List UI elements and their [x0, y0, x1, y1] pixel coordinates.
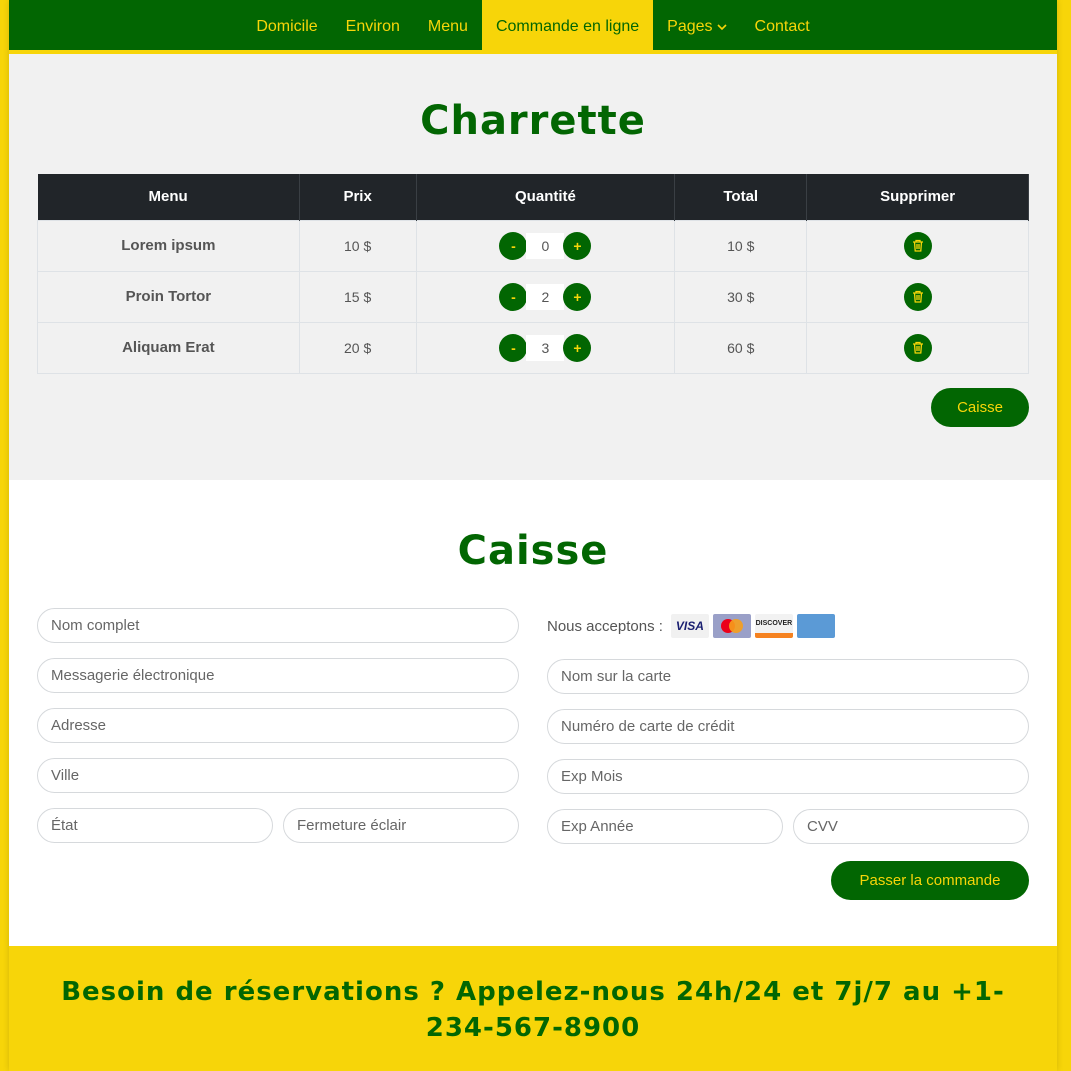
- delete-button[interactable]: [903, 231, 932, 260]
- address-field[interactable]: Adresse: [37, 708, 519, 743]
- checkout-section: Caisse Nom complet Messagerie électroniq…: [9, 480, 1057, 946]
- header-quantity: Quantité: [416, 174, 676, 220]
- quantity-cell: - 0 +: [415, 219, 676, 272]
- table-row: Lorem ipsum 10 $ - 0 + 10 $: [37, 219, 1029, 272]
- trash-icon: [912, 239, 923, 252]
- cart-table: Menu Prix Quantité Total Supprimer Lorem…: [37, 174, 1029, 374]
- cvv-field[interactable]: CVV: [793, 809, 1029, 844]
- header-price: Prix: [299, 174, 417, 220]
- exp-cvv-row: Exp Année CVV: [547, 809, 1029, 859]
- delete-cell: [806, 270, 1029, 323]
- nav-item-contact[interactable]: Contact: [741, 0, 824, 54]
- state-field[interactable]: État: [37, 808, 273, 843]
- page-frame: Domicile Environ Menu Commande en ligne …: [9, 0, 1057, 1071]
- checkout-button[interactable]: Caisse: [931, 387, 1029, 427]
- nav-item-domicile[interactable]: Domicile: [242, 0, 331, 54]
- trash-icon: [912, 341, 923, 354]
- decrease-button[interactable]: -: [499, 333, 528, 362]
- email-field[interactable]: Messagerie électronique: [37, 658, 519, 693]
- full-name-field[interactable]: Nom complet: [37, 608, 519, 643]
- cart-actions: Caisse: [37, 387, 1029, 427]
- quantity-stepper: - 2 +: [499, 282, 592, 311]
- nav-item-commande[interactable]: Commande en ligne: [481, 0, 654, 54]
- nav-item-menu[interactable]: Menu: [414, 0, 482, 54]
- nav-item-label: Pages: [667, 18, 713, 35]
- item-name: Proin Tortor: [37, 270, 300, 323]
- item-price: 20 $: [298, 321, 417, 374]
- item-price: 10 $: [298, 219, 417, 272]
- mastercard-icon: [712, 614, 751, 638]
- nav-item-label: Menu: [427, 18, 468, 35]
- exp-month-field[interactable]: Exp Mois: [547, 759, 1029, 794]
- discover-card-icon: DISCOVER: [754, 614, 793, 638]
- nav-item-environ[interactable]: Environ: [332, 0, 414, 54]
- state-zip-row: État Fermeture éclair: [37, 808, 519, 858]
- delete-cell: [806, 321, 1029, 374]
- header-total: Total: [674, 174, 808, 220]
- nav-item-label: Commande en ligne: [495, 18, 640, 35]
- decrease-button[interactable]: -: [499, 282, 528, 311]
- checkout-form: Nom complet Messagerie électronique Adre…: [37, 608, 1029, 900]
- item-total: 30 $: [674, 270, 808, 323]
- card-name-field[interactable]: Nom sur la carte: [547, 659, 1029, 694]
- increase-button[interactable]: +: [563, 282, 592, 311]
- quantity-stepper: - 3 +: [499, 333, 592, 362]
- checkout-title: Caisse: [457, 528, 609, 574]
- payment-column: Nous acceptons : VISA DISCOVER Nom sur l…: [547, 608, 1029, 900]
- visa-card-icon: VISA: [670, 614, 709, 638]
- city-field[interactable]: Ville: [37, 758, 519, 793]
- accept-label: Nous acceptons :: [547, 617, 663, 635]
- cart-section: Charrette Menu Prix Quantité Total Suppr…: [9, 54, 1057, 480]
- nav-item-label: Contact: [754, 18, 810, 35]
- quantity-input[interactable]: 3: [526, 334, 565, 361]
- delete-button[interactable]: [903, 333, 932, 362]
- item-total: 60 $: [674, 321, 808, 374]
- accepted-cards: Nous acceptons : VISA DISCOVER: [547, 608, 1029, 644]
- cart-title: Charrette: [420, 98, 646, 144]
- quantity-input[interactable]: 0: [526, 232, 565, 259]
- card-number-field[interactable]: Numéro de carte de crédit: [547, 709, 1029, 744]
- delete-cell: [806, 219, 1029, 272]
- amex-card-icon: [796, 614, 835, 638]
- place-order-button[interactable]: Passer la commande: [831, 861, 1029, 900]
- table-row: Proin Tortor 15 $ - 2 + 30 $: [37, 270, 1029, 323]
- zip-field[interactable]: Fermeture éclair: [283, 808, 519, 843]
- increase-button[interactable]: +: [563, 231, 592, 260]
- mastercard-circles-icon: [720, 619, 743, 633]
- header-delete: Supprimer: [806, 174, 1029, 220]
- order-actions: Passer la commande: [547, 861, 1029, 900]
- quantity-input[interactable]: 2: [526, 283, 565, 310]
- item-price: 15 $: [298, 270, 417, 323]
- nav-item-pages[interactable]: Pages: [653, 0, 740, 54]
- chevron-down-icon: [716, 24, 727, 31]
- quantity-cell: - 3 +: [415, 321, 676, 374]
- header-menu: Menu: [37, 174, 300, 220]
- increase-button[interactable]: +: [563, 333, 592, 362]
- table-header-row: Menu Prix Quantité Total Supprimer: [37, 174, 1029, 220]
- reservation-banner: Besoin de réservations ? Appelez-nous 24…: [9, 946, 1057, 1071]
- nav-item-label: Domicile: [256, 18, 318, 35]
- quantity-cell: - 2 +: [415, 270, 676, 323]
- item-total: 10 $: [674, 219, 808, 272]
- exp-year-field[interactable]: Exp Année: [547, 809, 783, 844]
- main-nav: Domicile Environ Menu Commande en ligne …: [9, 0, 1057, 54]
- delete-button[interactable]: [903, 282, 932, 311]
- item-name: Lorem ipsum: [37, 219, 300, 272]
- reservation-text: Besoin de réservations ? Appelez-nous 24…: [61, 977, 1005, 1043]
- quantity-stepper: - 0 +: [499, 231, 592, 260]
- billing-column: Nom complet Messagerie électronique Adre…: [37, 608, 519, 900]
- nav-item-label: Environ: [345, 18, 400, 35]
- item-name: Aliquam Erat: [37, 321, 300, 374]
- table-row: Aliquam Erat 20 $ - 3 + 60 $: [37, 321, 1029, 374]
- trash-icon: [912, 290, 923, 303]
- decrease-button[interactable]: -: [499, 231, 528, 260]
